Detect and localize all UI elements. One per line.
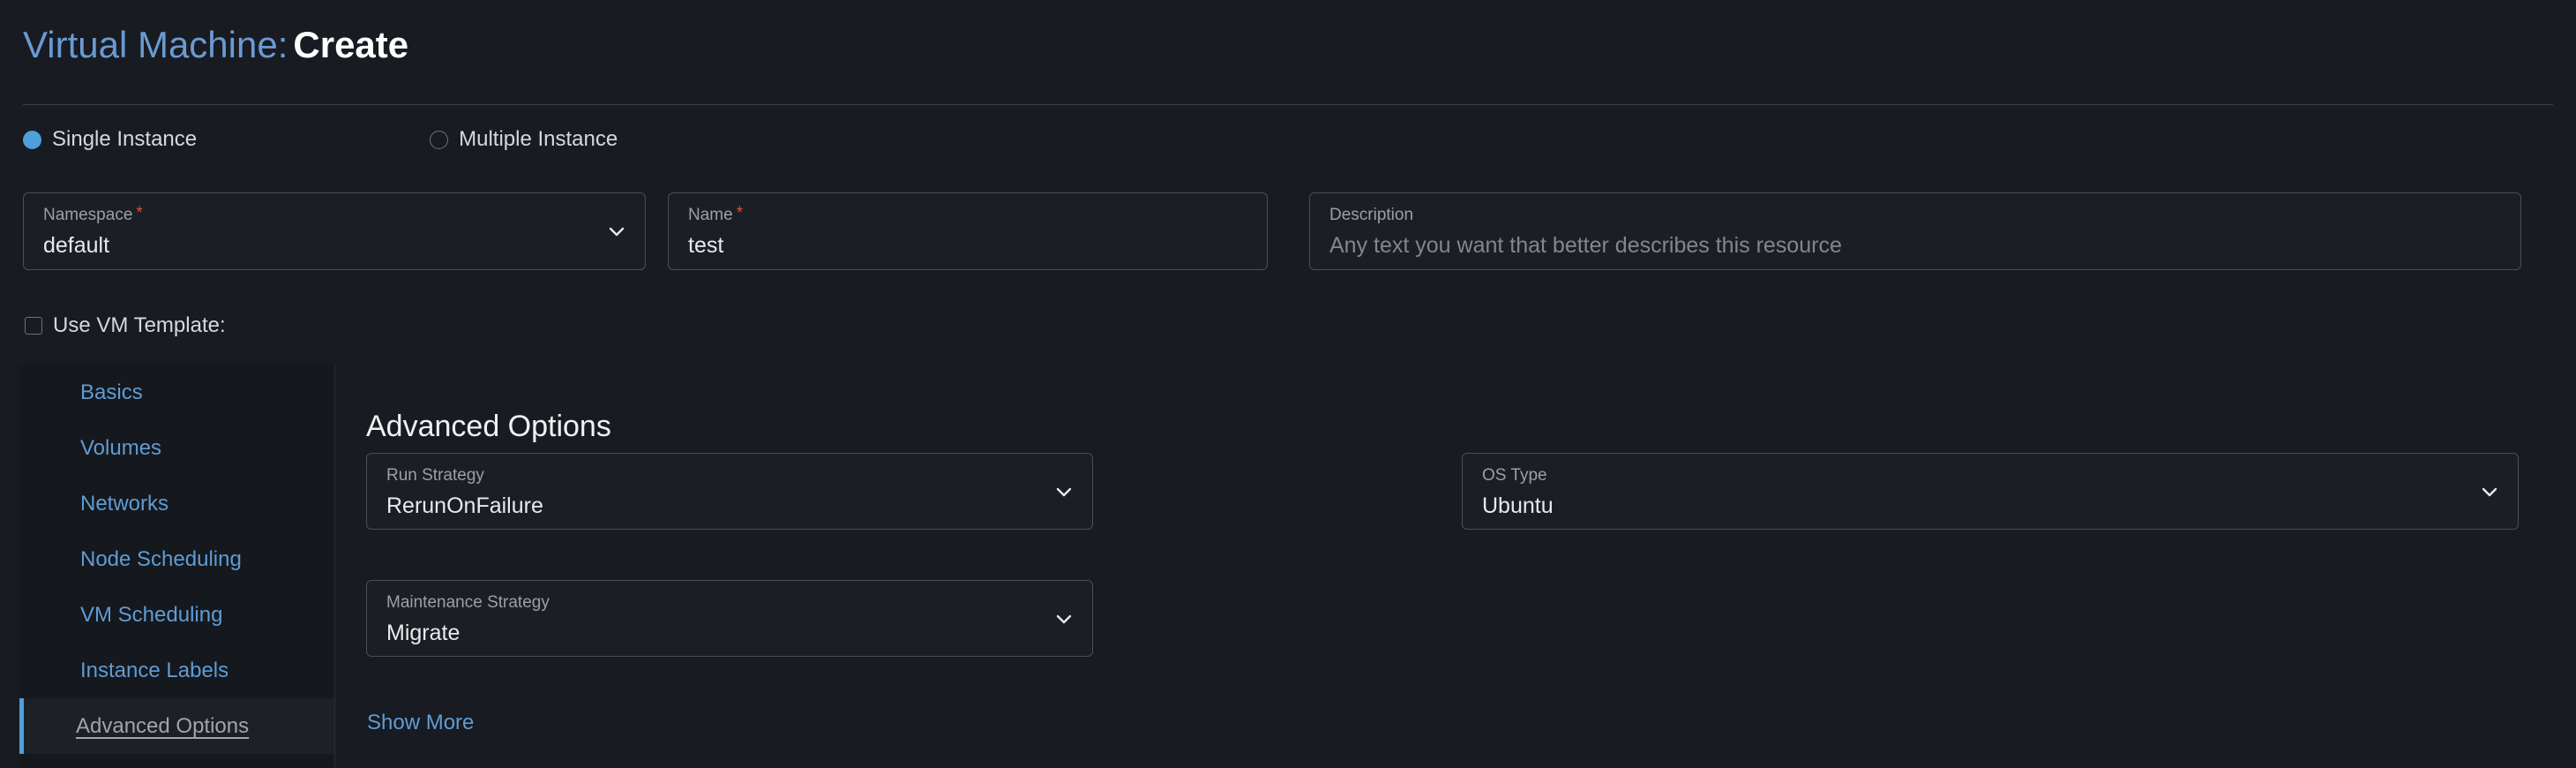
radio-label-single-instance: Single Instance [52,127,197,152]
description-input[interactable]: Description Any text you want that bette… [1309,192,2521,270]
chevron-down-icon[interactable] [1053,608,1075,629]
chevron-down-icon[interactable] [1053,481,1075,502]
page-title-prefix: Virtual Machine: [23,24,288,65]
description-placeholder[interactable]: Any text you want that better describes … [1329,232,1842,259]
sidebar-item-vm-scheduling[interactable]: VM Scheduling [19,587,334,643]
header-divider [23,104,2553,105]
vm-create-page: Virtual Machine:Create Single Instance M… [0,0,2576,768]
chevron-down-icon[interactable] [2479,481,2500,502]
radio-label-multiple-instance: Multiple Instance [459,127,618,152]
namespace-select[interactable]: Namespace* default [23,192,646,270]
sidebar-item-label: Basics [80,380,143,405]
sidebar-item-label: Networks [80,492,168,516]
advanced-options-panel: Advanced Options [335,365,2576,768]
use-vm-template-checkbox-row[interactable]: Use VM Template: [25,313,226,338]
sidebar-item-node-scheduling[interactable]: Node Scheduling [19,531,334,587]
os-type-label: OS Type [1482,466,1547,486]
maintenance-strategy-label: Maintenance Strategy [386,593,550,613]
run-strategy-value: RerunOnFailure [386,493,543,519]
sidebar-item-networks[interactable]: Networks [19,476,334,531]
sidebar-item-basics[interactable]: Basics [19,365,334,420]
run-strategy-select[interactable]: Run Strategy RerunOnFailure [366,453,1093,530]
os-type-select[interactable]: OS Type Ubuntu [1462,453,2519,530]
sidebar-item-volumes[interactable]: Volumes [19,420,334,476]
os-type-value: Ubuntu [1482,493,1554,519]
section-title: Advanced Options [366,409,611,444]
required-asterisk: * [737,204,743,222]
checkbox-unchecked-icon[interactable] [25,317,42,335]
namespace-value: default [43,232,109,259]
instance-mode-radio-group: Single Instance Multiple Instance [23,125,618,154]
name-label-text: Name [688,206,733,224]
radio-option-single-instance[interactable]: Single Instance [23,125,197,154]
radio-option-multiple-instance[interactable]: Multiple Instance [430,125,618,154]
namespace-label-text: Namespace [43,206,132,224]
radio-selected-icon[interactable] [23,131,41,149]
chevron-down-icon[interactable] [606,221,627,242]
run-strategy-label: Run Strategy [386,466,484,486]
sidebar-item-label: Advanced Options [76,714,249,739]
sidebar-item-label: Node Scheduling [80,547,242,572]
namespace-label: Namespace* [43,206,143,225]
name-label: Name* [688,206,743,225]
maintenance-strategy-value: Migrate [386,620,460,646]
page-title-action: Create [293,24,408,65]
name-input[interactable]: Name* test [668,192,1268,270]
sidebar-item-label: VM Scheduling [80,603,222,628]
radio-unselected-icon[interactable] [430,131,448,149]
sidebar-item-label: Volumes [80,436,161,461]
use-vm-template-label: Use VM Template: [53,313,226,338]
required-asterisk: * [136,204,142,222]
sidebar-item-advanced-options[interactable]: Advanced Options [19,698,334,754]
sidebar-item-label: Instance Labels [80,659,228,683]
description-label: Description [1329,206,1413,225]
name-value[interactable]: test [688,232,723,259]
page-title: Virtual Machine:Create [23,23,408,67]
sidebar-item-instance-labels[interactable]: Instance Labels [19,643,334,698]
maintenance-strategy-select[interactable]: Maintenance Strategy Migrate [366,580,1093,657]
show-more-link[interactable]: Show More [367,711,474,735]
form-section-sidebar: Basics Volumes Networks Node Scheduling … [19,365,335,768]
